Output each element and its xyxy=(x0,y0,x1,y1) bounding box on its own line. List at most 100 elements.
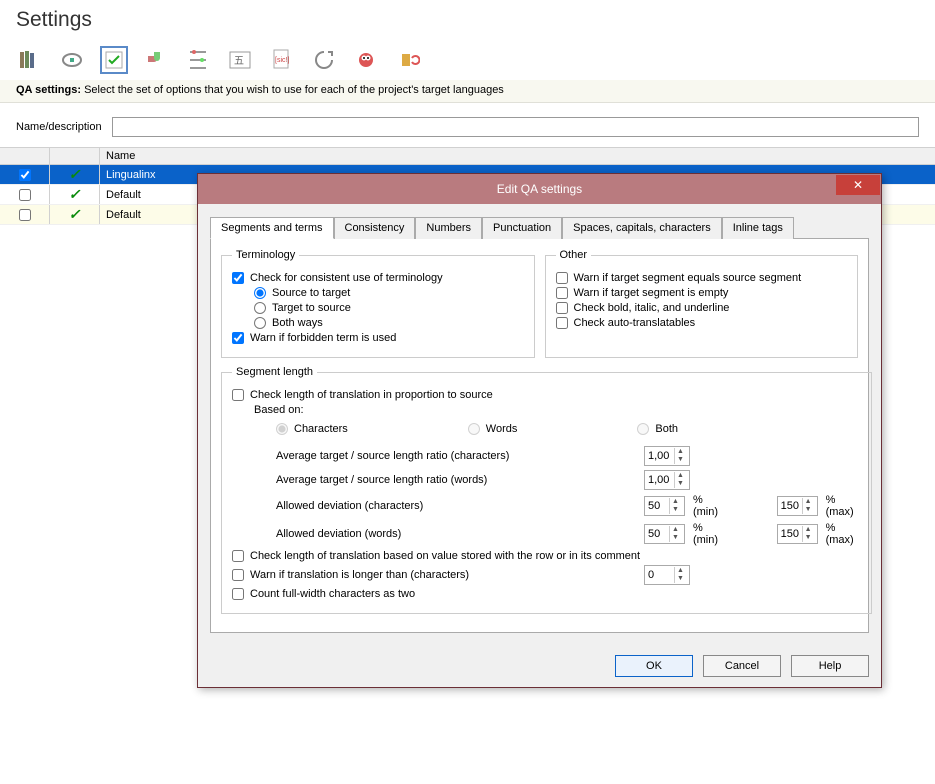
radio-characters-label: Characters xyxy=(294,423,348,435)
radio-both-ways-input[interactable] xyxy=(254,317,266,329)
check-forbidden-term[interactable]: Warn if forbidden term is used xyxy=(232,332,524,344)
check-fullwidth[interactable]: Count full-width characters as two xyxy=(232,588,861,600)
name-label: Name/description xyxy=(16,121,102,133)
check-proportion[interactable]: Check length of translation in proportio… xyxy=(232,389,861,401)
check-proportion-checkbox[interactable] xyxy=(232,389,244,401)
check-forbidden-term-checkbox[interactable] xyxy=(232,332,244,344)
books-icon[interactable] xyxy=(16,46,44,74)
ratio-chars-spinner[interactable]: 1,00▲▼ xyxy=(644,446,690,466)
page-title: Settings xyxy=(0,0,935,36)
spinner-up-icon[interactable]: ▲ xyxy=(669,526,681,534)
spinner-down-icon[interactable]: ▼ xyxy=(802,534,814,542)
check-proportion-label: Check length of translation in proportio… xyxy=(250,389,493,401)
dev-words-min-value: 50 xyxy=(648,528,669,540)
dev-words-max-spinner[interactable]: 150▲▼ xyxy=(777,524,818,544)
radio-both[interactable]: Both xyxy=(637,423,678,435)
segment-length-legend: Segment length xyxy=(232,366,317,378)
spinner-down-icon[interactable]: ▼ xyxy=(674,480,686,488)
ratio-words-value: 1,00 xyxy=(648,474,674,486)
check-consistent-terminology[interactable]: Check for consistent use of terminology xyxy=(232,272,524,284)
based-on-label: Based on: xyxy=(254,404,861,416)
close-icon[interactable]: ✕ xyxy=(836,175,880,195)
radio-both-ways[interactable]: Both ways xyxy=(254,317,524,329)
dev-chars-max-value: 150 xyxy=(781,500,802,512)
bug-icon[interactable] xyxy=(352,46,380,74)
tab-numbers[interactable]: Numbers xyxy=(415,217,482,239)
check-longer-checkbox[interactable] xyxy=(232,569,244,581)
checkmark-icon: ✓ xyxy=(69,166,81,183)
row-checkbox[interactable] xyxy=(19,189,31,201)
spinner-up-icon[interactable]: ▲ xyxy=(674,472,686,480)
radio-source-to-target-input[interactable] xyxy=(254,287,266,299)
check-empty[interactable]: Warn if target segment is empty xyxy=(556,287,848,299)
spinner-up-icon[interactable]: ▲ xyxy=(674,448,686,456)
spinner-up-icon[interactable]: ▲ xyxy=(674,567,686,575)
check-bold-italic[interactable]: Check bold, italic, and underline xyxy=(556,302,848,314)
dialog-titlebar[interactable]: Edit QA settings ✕ xyxy=(198,174,881,204)
tab-spaces-capitals-characters[interactable]: Spaces, capitals, characters xyxy=(562,217,722,239)
refresh-icon[interactable] xyxy=(394,46,422,74)
radio-characters[interactable]: Characters xyxy=(276,423,348,435)
spinner-down-icon[interactable]: ▼ xyxy=(669,534,681,542)
radio-words-input[interactable] xyxy=(468,423,480,435)
check-bold-italic-checkbox[interactable] xyxy=(556,302,568,314)
spinner-down-icon[interactable]: ▼ xyxy=(674,456,686,464)
dev-chars-label: Allowed deviation (characters) xyxy=(276,500,636,512)
dev-chars-min-spinner[interactable]: 50▲▼ xyxy=(644,496,685,516)
radio-words[interactable]: Words xyxy=(468,423,518,435)
spinner-down-icon[interactable]: ▼ xyxy=(674,575,686,583)
check-auto-trans-checkbox[interactable] xyxy=(556,317,568,329)
check-equals-source[interactable]: Warn if target segment equals source seg… xyxy=(556,272,848,284)
pct-min-label: % (min) xyxy=(693,522,726,546)
check-empty-checkbox[interactable] xyxy=(556,287,568,299)
tab-consistency[interactable]: Consistency xyxy=(334,217,416,239)
sic-doc-icon[interactable]: [sic!] xyxy=(268,46,296,74)
check-stored-checkbox[interactable] xyxy=(232,550,244,562)
spinner-up-icon[interactable]: ▲ xyxy=(802,498,814,506)
check-longer[interactable]: Warn if translation is longer than (char… xyxy=(232,569,636,581)
spinner-down-icon[interactable]: ▼ xyxy=(669,506,681,514)
check-stored[interactable]: Check length of translation based on val… xyxy=(232,550,861,562)
tab-punctuation[interactable]: Punctuation xyxy=(482,217,562,239)
grid-header-name[interactable]: Name xyxy=(100,148,935,164)
pct-max-label: % (max) xyxy=(826,522,862,546)
cancel-button[interactable]: Cancel xyxy=(703,655,781,677)
name-input[interactable] xyxy=(112,117,919,137)
loop-icon[interactable] xyxy=(310,46,338,74)
radio-both-input[interactable] xyxy=(637,423,649,435)
puzzle-icon[interactable] xyxy=(142,46,170,74)
check-equals-source-checkbox[interactable] xyxy=(556,272,568,284)
check-auto-trans[interactable]: Check auto-translatables xyxy=(556,317,848,329)
spinner-up-icon[interactable]: ▲ xyxy=(802,526,814,534)
scanner-icon[interactable] xyxy=(58,46,86,74)
radio-words-label: Words xyxy=(486,423,518,435)
tab-segments-and-terms[interactable]: Segments and terms xyxy=(210,217,334,239)
spinner-up-icon[interactable]: ▲ xyxy=(669,498,681,506)
check-consistent-terminology-checkbox[interactable] xyxy=(232,272,244,284)
dev-chars-max-spinner[interactable]: 150▲▼ xyxy=(777,496,818,516)
qa-label: QA settings: xyxy=(16,84,81,96)
radio-source-to-target[interactable]: Source to target xyxy=(254,287,524,299)
check-fullwidth-checkbox[interactable] xyxy=(232,588,244,600)
ratio-chars-label: Average target / source length ratio (ch… xyxy=(276,450,636,462)
ok-button[interactable]: OK xyxy=(615,655,693,677)
check-sheet-icon[interactable] xyxy=(100,46,128,74)
spinner-down-icon[interactable]: ▼ xyxy=(802,506,814,514)
check-auto-trans-label: Check auto-translatables xyxy=(574,317,696,329)
ratio-words-spinner[interactable]: 1,00▲▼ xyxy=(644,470,690,490)
toolbar: 五 [sic!] xyxy=(0,36,935,80)
dialog-title-text: Edit QA settings xyxy=(198,182,881,196)
tab-inline-tags[interactable]: Inline tags xyxy=(722,217,794,239)
help-button[interactable]: Help xyxy=(791,655,869,677)
radio-characters-input[interactable] xyxy=(276,423,288,435)
paths-icon[interactable] xyxy=(184,46,212,74)
row-checkbox[interactable] xyxy=(19,169,31,181)
radio-target-to-source[interactable]: Target to source xyxy=(254,302,524,314)
check-equals-source-label: Warn if target segment equals source seg… xyxy=(574,272,802,284)
grid-header: Name xyxy=(0,147,935,165)
row-checkbox[interactable] xyxy=(19,209,31,221)
dev-words-min-spinner[interactable]: 50▲▼ xyxy=(644,524,685,544)
char-table-icon[interactable]: 五 xyxy=(226,46,254,74)
longer-spinner[interactable]: 0▲▼ xyxy=(644,565,690,585)
radio-target-to-source-input[interactable] xyxy=(254,302,266,314)
